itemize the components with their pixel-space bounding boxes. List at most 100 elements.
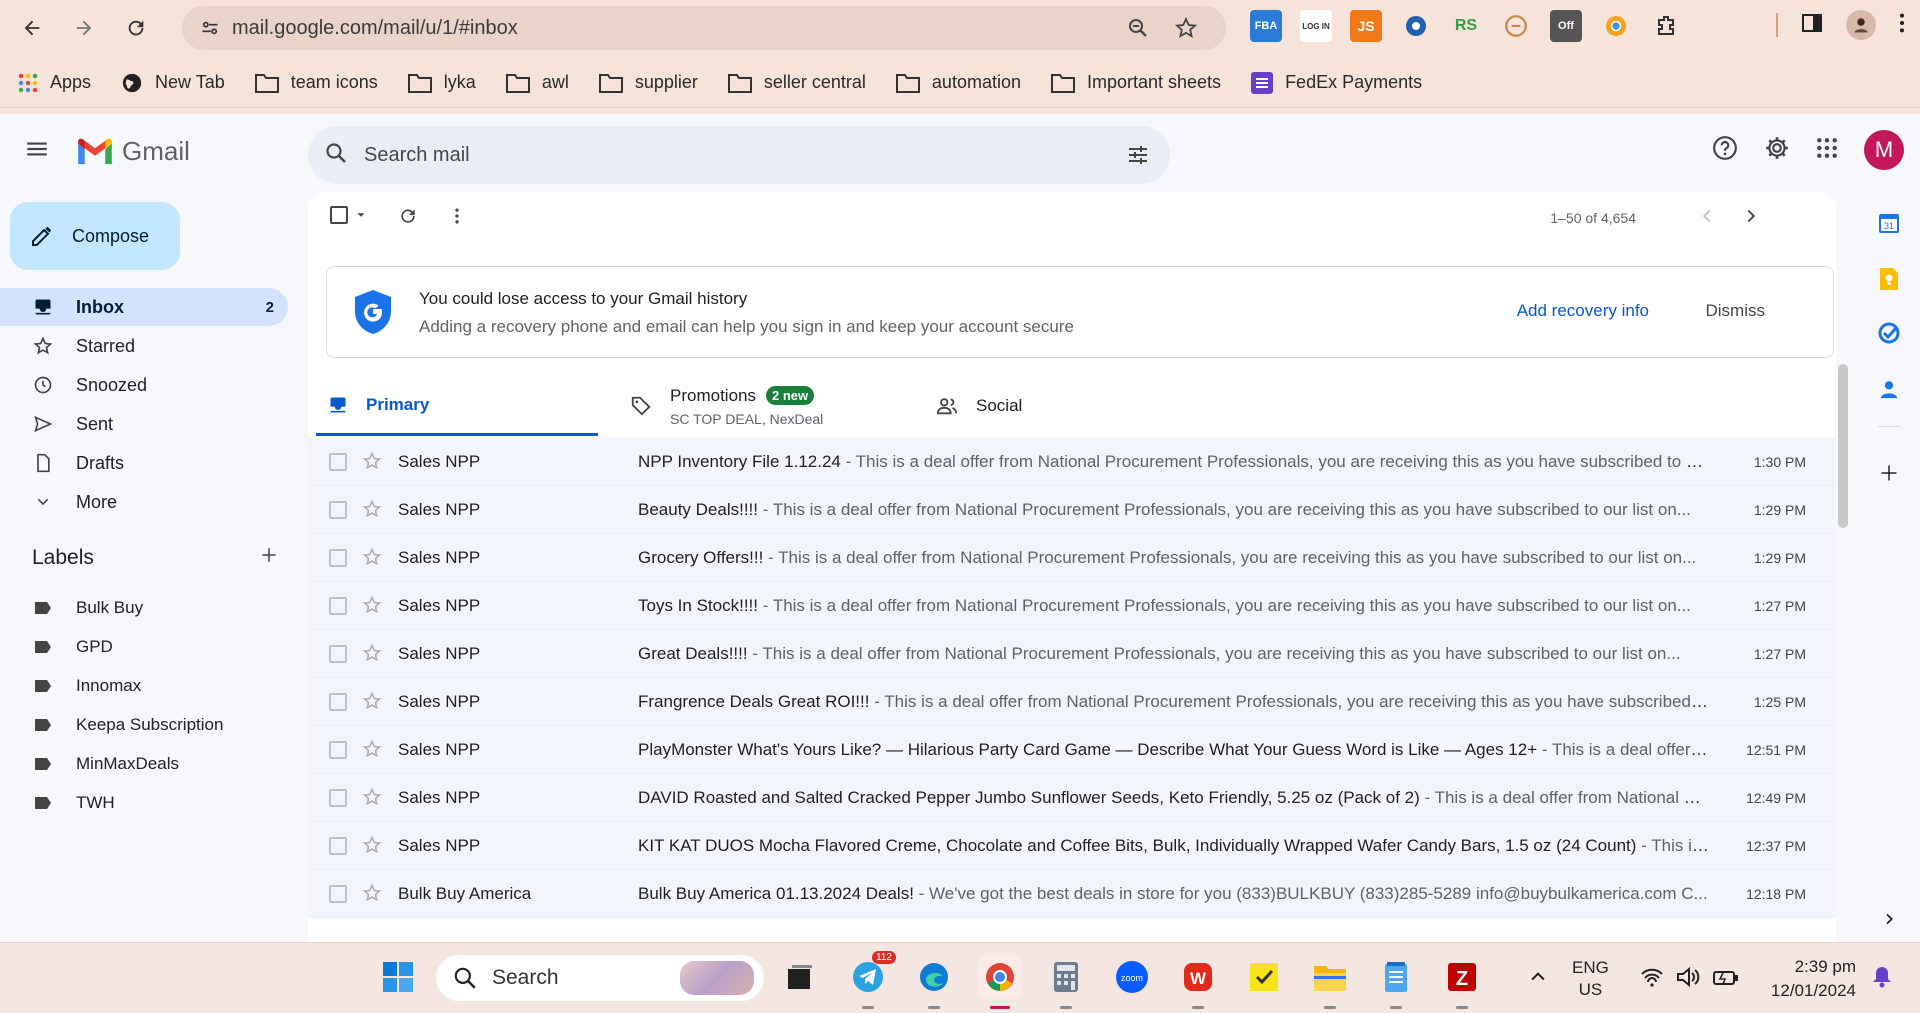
dismiss-button[interactable]: Dismiss — [1706, 301, 1766, 321]
bookmark-fedex-payments[interactable]: FedEx Payments — [1251, 71, 1422, 94]
js-extension-icon[interactable]: JS — [1350, 10, 1382, 42]
notification-bell-icon[interactable] — [1860, 955, 1904, 999]
email-row[interactable]: Sales NPP Great Deals!!!! - This is a de… — [308, 630, 1836, 678]
sidebar-item-starred[interactable]: Starred — [0, 327, 288, 365]
sidebar-item-drafts[interactable]: Drafts — [0, 444, 288, 482]
search-bar[interactable]: Search mail — [308, 126, 1170, 184]
add-recovery-info-button[interactable]: Add recovery info — [1517, 301, 1649, 321]
star-icon[interactable] — [362, 883, 382, 908]
calendar-icon[interactable]: 31 — [1874, 208, 1904, 238]
system-clock[interactable]: 2:39 pm 12/01/2024 — [1762, 955, 1856, 1003]
google-apps-icon[interactable] — [1816, 137, 1838, 164]
bookmark-automation[interactable]: automation — [895, 72, 1021, 93]
bookmark-new-tab[interactable]: New Tab — [121, 72, 225, 94]
search-input[interactable]: Search mail — [364, 144, 470, 167]
bookmark-lyka[interactable]: lyka — [407, 72, 476, 93]
add-label-icon[interactable] — [260, 546, 278, 570]
label-item[interactable]: TWH — [0, 783, 288, 822]
label-item[interactable]: Keepa Subscription — [0, 705, 288, 744]
edge-app-icon[interactable] — [912, 955, 956, 1009]
email-row[interactable]: Sales NPP Frangrence Deals Great ROI!!! … — [308, 678, 1836, 726]
seller-extension-icon[interactable] — [1500, 10, 1532, 42]
sidebar-item-snoozed[interactable]: Snoozed — [0, 366, 288, 404]
bookmark-supplier[interactable]: supplier — [598, 72, 698, 93]
expand-panel-chevron-icon[interactable] — [1874, 904, 1904, 934]
rs-extension-icon[interactable]: RS — [1450, 10, 1482, 42]
main-menu-button[interactable] — [24, 136, 50, 167]
back-button[interactable] — [12, 8, 52, 48]
calculator-app-icon[interactable] — [1044, 955, 1088, 1009]
address-bar[interactable]: mail.google.com/mail/u/1/#inbox — [182, 6, 1226, 50]
battery-icon[interactable] — [1704, 955, 1748, 999]
tab-primary[interactable]: Primary — [316, 376, 598, 436]
row-checkbox[interactable] — [329, 789, 347, 807]
bookmark-seller-central[interactable]: seller central — [727, 72, 866, 93]
sidebar-item-more[interactable]: More — [0, 483, 288, 521]
language-indicator[interactable]: ENG US — [1572, 957, 1609, 1001]
row-checkbox[interactable] — [329, 885, 347, 903]
row-checkbox[interactable] — [329, 837, 347, 855]
profile-avatar-icon[interactable] — [1846, 10, 1876, 40]
label-item[interactable]: Innomax — [0, 666, 288, 705]
row-checkbox[interactable] — [329, 549, 347, 567]
star-icon[interactable] — [362, 499, 382, 524]
notepad-app-icon[interactable] — [1374, 955, 1418, 1009]
site-info-icon[interactable] — [198, 16, 222, 40]
forward-button[interactable] — [64, 8, 104, 48]
star-icon[interactable] — [362, 451, 382, 476]
tab-promotions[interactable]: Promotions 2 new SC TOP DEAL, NexDeal — [630, 376, 930, 436]
tab-social[interactable]: Social — [934, 376, 1234, 436]
star-icon[interactable] — [362, 595, 382, 620]
chevron-right-icon[interactable] — [1740, 205, 1762, 232]
helper-extension-icon[interactable] — [1400, 10, 1432, 42]
telegram-app-icon[interactable]: 112 — [846, 951, 896, 1009]
settings-gear-icon[interactable] — [1764, 135, 1790, 166]
sticky-notes-app-icon[interactable] — [1242, 955, 1286, 999]
star-icon[interactable] — [362, 691, 382, 716]
login-extension-icon[interactable]: LOG IN — [1300, 10, 1332, 42]
bookmark-apps[interactable]: Apps — [18, 72, 91, 93]
chrome-extension-icon[interactable] — [1600, 10, 1632, 42]
email-row[interactable]: Sales NPP Toys In Stock!!!! - This is a … — [308, 582, 1836, 630]
row-checkbox[interactable] — [329, 741, 347, 759]
row-checkbox[interactable] — [329, 453, 347, 471]
list-scrollbar[interactable] — [1838, 364, 1848, 528]
tray-overflow-icon[interactable] — [1516, 955, 1560, 999]
search-options-icon[interactable] — [1126, 143, 1150, 172]
sidebar-item-inbox[interactable]: Inbox 2 — [0, 288, 288, 326]
tasks-icon[interactable] — [1874, 318, 1904, 348]
zoom-icon[interactable] — [1126, 16, 1150, 45]
chrome-app-icon[interactable] — [978, 955, 1022, 1009]
refresh-button[interactable] — [398, 206, 418, 226]
star-icon[interactable] — [362, 547, 382, 572]
email-row[interactable]: Sales NPP Beauty Deals!!!! - This is a d… — [308, 486, 1836, 534]
label-item[interactable]: MinMaxDeals — [0, 744, 288, 783]
email-row[interactable]: Sales NPP NPP Inventory File 1.12.24 - T… — [308, 438, 1836, 486]
chevron-left-icon[interactable] — [1696, 205, 1718, 232]
compose-button[interactable]: Compose — [10, 202, 180, 270]
sidebar-item-sent[interactable]: Sent — [0, 405, 288, 443]
windows-start-icon[interactable] — [376, 955, 420, 999]
star-icon[interactable] — [362, 835, 382, 860]
gmail-logo[interactable]: Gmail — [76, 136, 190, 167]
label-item[interactable]: GPD — [0, 627, 288, 666]
contacts-icon[interactable] — [1874, 374, 1904, 404]
email-row[interactable]: Sales NPP KIT KAT DUOS Mocha Flavored Cr… — [308, 822, 1836, 870]
help-icon[interactable] — [1712, 135, 1738, 166]
zoom-app-icon[interactable]: zoom — [1110, 955, 1154, 999]
filezilla-app-icon[interactable]: Z — [1440, 955, 1484, 1009]
side-panel-icon[interactable] — [1800, 11, 1824, 40]
add-addon-icon[interactable] — [1874, 458, 1904, 488]
account-avatar[interactable]: M — [1864, 130, 1904, 170]
reload-button[interactable] — [116, 8, 156, 48]
email-row[interactable]: Sales NPP DAVID Roasted and Salted Crack… — [308, 774, 1836, 822]
star-icon[interactable] — [362, 739, 382, 764]
star-icon[interactable] — [362, 643, 382, 668]
row-checkbox[interactable] — [329, 597, 347, 615]
row-checkbox[interactable] — [329, 693, 347, 711]
email-row[interactable]: Sales NPP Grocery Offers!!! - This is a … — [308, 534, 1836, 582]
keep-icon[interactable] — [1874, 264, 1904, 294]
email-row[interactable]: Sales NPP PlayMonster What's Yours Like?… — [308, 726, 1836, 774]
row-checkbox[interactable] — [329, 501, 347, 519]
search-icon[interactable] — [324, 141, 348, 170]
